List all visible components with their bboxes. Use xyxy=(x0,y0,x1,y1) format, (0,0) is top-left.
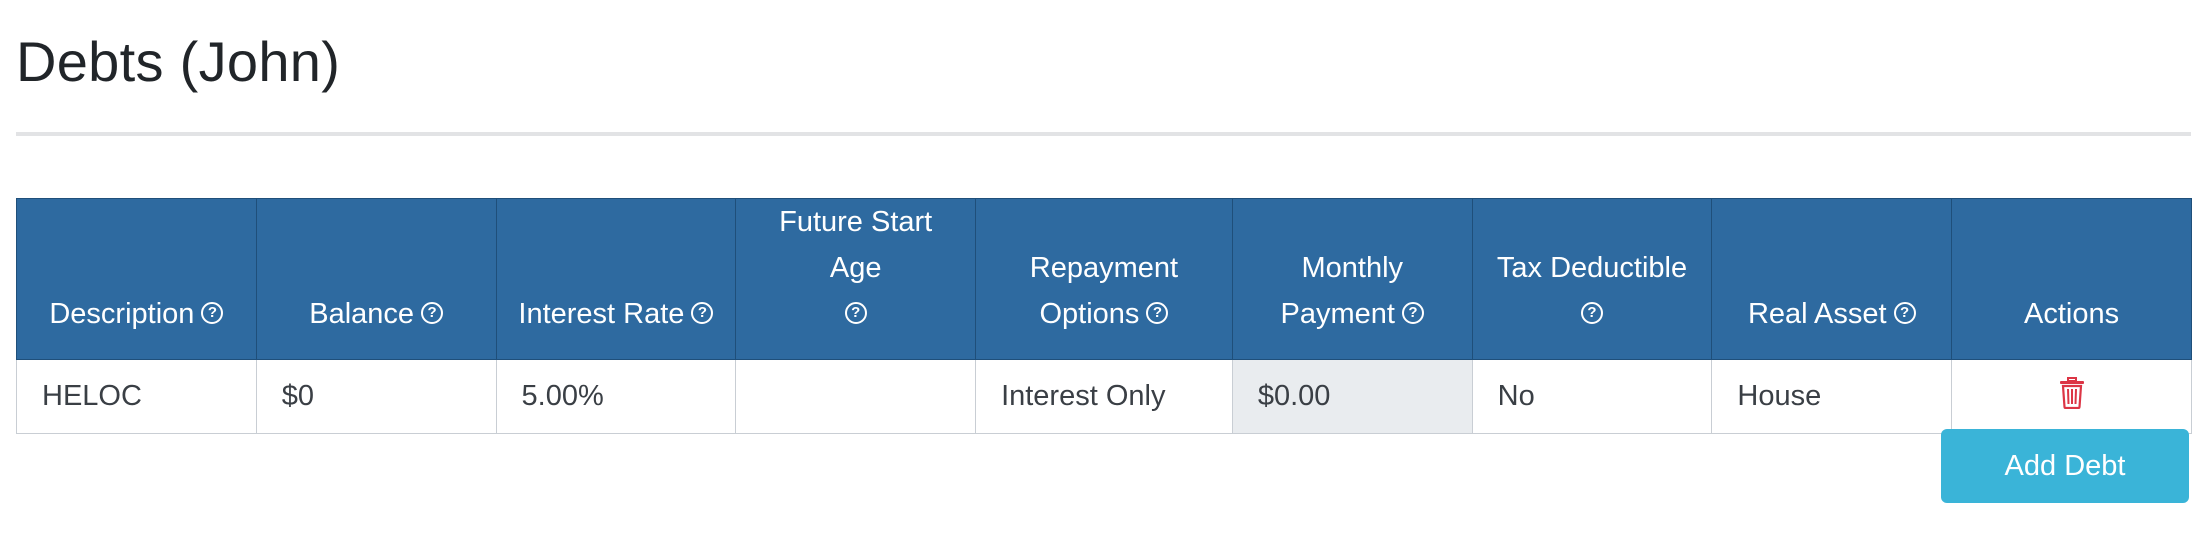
header-real-asset: Real Asset? xyxy=(1711,198,1953,360)
help-icon[interactable]: ? xyxy=(421,302,444,325)
debts-table: Description? Balance? Interest Rate? Fut… xyxy=(16,198,2192,434)
help-icon[interactable]: ? xyxy=(1893,302,1916,325)
help-icon[interactable]: ? xyxy=(691,302,714,325)
header-real-asset-label: Real Asset xyxy=(1747,298,1887,330)
help-icon[interactable]: ? xyxy=(1146,302,1169,325)
add-debt-button[interactable]: Add Debt xyxy=(1941,429,2189,503)
help-icon[interactable]: ? xyxy=(844,302,867,325)
header-repayment-options: Repayment Options? xyxy=(975,198,1233,360)
header-future-start-age-label: Future Start Age xyxy=(779,206,933,284)
cell-tax-deductible[interactable]: No xyxy=(1471,359,1713,434)
cell-real-asset[interactable]: House xyxy=(1711,359,1953,434)
help-icon[interactable]: ? xyxy=(1581,302,1603,325)
page-title: Debts (John) xyxy=(16,30,341,93)
header-monthly-payment: Monthly Payment? xyxy=(1231,198,1473,360)
header-repayment-options-label-line1: Repayment xyxy=(1029,252,1179,284)
header-actions: Actions xyxy=(1951,198,2192,360)
help-icon[interactable]: ? xyxy=(1401,302,1424,325)
header-balance-label: Balance xyxy=(309,298,415,330)
table-header-row: Description? Balance? Interest Rate? Fut… xyxy=(16,198,2192,360)
debts-page: Debts (John) Description? Balance? Inter… xyxy=(0,0,2208,538)
header-repayment-options-label-line2: Options xyxy=(1039,298,1140,330)
header-monthly-payment-label-line1: Monthly xyxy=(1301,252,1404,284)
header-description: Description? xyxy=(16,198,257,360)
header-actions-label: Actions xyxy=(2024,298,2120,330)
header-balance: Balance? xyxy=(255,198,497,360)
cell-monthly-payment: $0.00 xyxy=(1231,359,1473,434)
header-interest-rate: Interest Rate? xyxy=(495,198,737,360)
header-interest-rate-label: Interest Rate xyxy=(518,298,685,330)
title-divider xyxy=(16,132,2191,136)
cell-balance[interactable]: $0 xyxy=(255,359,497,434)
cell-future-start-age[interactable] xyxy=(735,359,977,434)
help-icon[interactable]: ? xyxy=(201,302,224,325)
trash-icon[interactable] xyxy=(2059,376,2085,417)
header-tax-deductible-label: Tax Deductible xyxy=(1496,252,1688,284)
cell-repayment-options[interactable]: Interest Only xyxy=(975,359,1233,434)
cell-description[interactable]: HELOC xyxy=(16,359,257,434)
cell-actions xyxy=(1951,359,2192,434)
cell-interest-rate[interactable]: 5.00% xyxy=(495,359,737,434)
table-row: HELOC $0 5.00% Interest Only $0.00 No Ho… xyxy=(16,359,2192,434)
header-tax-deductible: Tax Deductible? xyxy=(1471,198,1713,360)
header-description-label: Description xyxy=(49,298,195,330)
header-monthly-payment-label-line2: Payment xyxy=(1280,298,1395,330)
header-future-start-age: Future Start Age? xyxy=(735,198,977,360)
